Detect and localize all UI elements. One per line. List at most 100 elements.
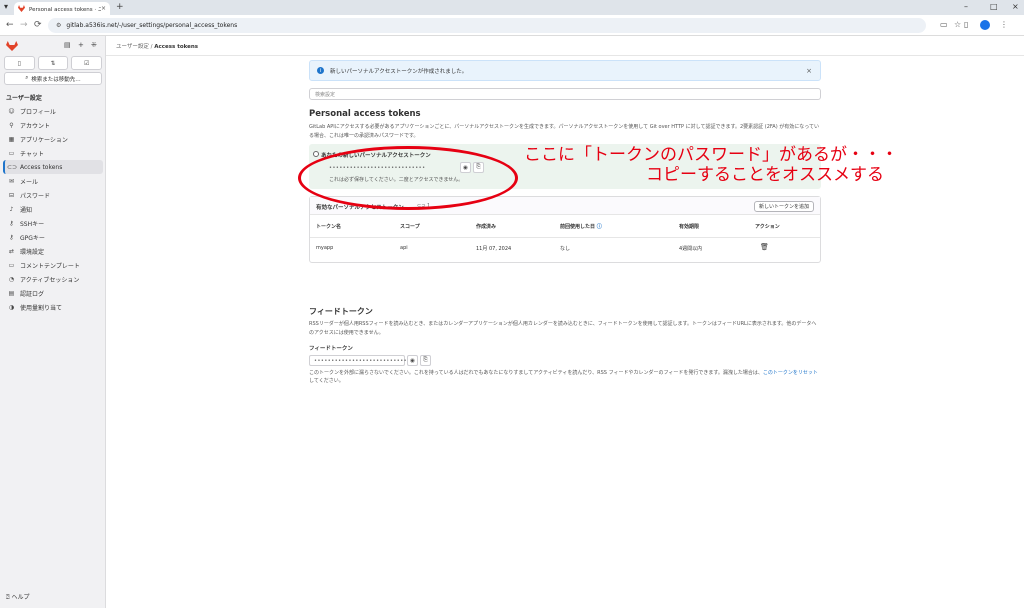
mail-icon: ✉	[8, 177, 15, 185]
sidebar-item-gpg-keys[interactable]: ⚷ GPGキー	[3, 230, 103, 244]
session-icon: ◔	[8, 275, 15, 283]
copy-feed-token-button[interactable]: ⎘	[420, 355, 431, 366]
search-button[interactable]: ⌕ 検索または移動先…	[4, 72, 102, 85]
sidebar-item-password[interactable]: ⊟ パスワード	[3, 188, 103, 202]
sidebar-item-label: パスワード	[20, 192, 51, 200]
sidebar-item-chat[interactable]: ▭ チャット	[3, 146, 103, 160]
token-expires-cell: 4週間以内	[679, 246, 703, 252]
tab-list-icon[interactable]: ▾	[4, 2, 8, 11]
log-icon: ▤	[8, 289, 15, 297]
sidebar-item-label: コメントテンプレート	[20, 262, 80, 270]
new-tab-icon[interactable]: +	[116, 2, 124, 12]
search-settings-input[interactable]: 検索設定	[309, 88, 821, 100]
annotation-highlight-oval	[298, 146, 518, 210]
tab-title: Personal access tokens · ユーザー設定	[29, 6, 101, 13]
gitlab-favicon-icon	[18, 5, 25, 12]
menu-icon[interactable]: ⋮	[1000, 20, 1008, 29]
dismiss-alert-icon[interactable]: ×	[806, 67, 812, 75]
sidebar-heading: ユーザー設定	[6, 95, 42, 102]
install-app-icon[interactable]: ▭	[940, 20, 948, 29]
info-icon: i	[317, 67, 324, 74]
address-bar: ← → ⟳ ⚙ gitlab.a536is.net/-/user_setting…	[0, 15, 1024, 36]
profile-icon: ☺	[8, 107, 15, 115]
maximize-icon[interactable]: □	[990, 2, 998, 11]
extensions-icon[interactable]: ▯	[964, 20, 968, 29]
sidebar-item-label: アクティブセッション	[20, 276, 80, 284]
column-header: トークン名	[316, 224, 342, 230]
sidebar-item-access-tokens[interactable]: ⊂⊃ Access tokens	[3, 160, 103, 174]
section-description: GitLab APIにアクセスする必要があるアプリケーションごとに、パーソナルア…	[309, 124, 820, 139]
add-token-button[interactable]: 新しいトークンを追加	[753, 201, 814, 212]
preferences-icon: ⇄	[8, 247, 15, 255]
applications-icon: ▦	[8, 135, 15, 143]
window-close-icon[interactable]: ×	[1012, 2, 1019, 11]
quota-icon: ◑	[8, 303, 15, 311]
create-new-icon[interactable]: +	[78, 41, 84, 49]
minimize-icon[interactable]: –	[964, 2, 968, 11]
breadcrumb-parent[interactable]: ユーザー設定	[116, 44, 149, 50]
sidebar-item-label: プロフィール	[20, 108, 56, 116]
sidebar-item-label: 環境設定	[20, 248, 45, 256]
feed-note-prefix: このトークンを外部に漏らさないでください。これを持っている人はだれでもあなたにな…	[309, 370, 763, 376]
alert-message: 新しいパーソナルアクセストークンが作成されました。	[330, 68, 468, 75]
account-icon: ⚲	[9, 121, 14, 129]
sidebar-item-usage-quotas[interactable]: ◑ 使用量割り当て	[3, 300, 103, 314]
token-last-used-cell: なし	[560, 246, 571, 252]
sidebar-nav: ☺ プロフィール ⚲ アカウント ▦ アプリケーション ▭ チャット ⊂⊃ Access …	[3, 104, 103, 314]
gitlab-logo-icon[interactable]	[6, 41, 18, 51]
reveal-feed-token-button[interactable]: ◉	[407, 355, 418, 366]
bookmark-star-icon[interactable]: ☆	[954, 20, 961, 29]
comment-icon: ▭	[8, 261, 15, 269]
revoke-token-icon[interactable]: 🗑	[760, 243, 769, 251]
sidebar-item-label: メール	[20, 178, 39, 186]
column-header: スコープ	[400, 224, 420, 230]
token-name-cell: myapp	[316, 245, 334, 251]
gitlab-app: ▤ + ⁜ ▯ ⇅ ☑ ⌕ 検索または移動先… ユーザー設定 ☺ プロフィール ⚲…	[0, 36, 1024, 608]
user-avatar-icon[interactable]: ⁜	[91, 41, 97, 49]
feed-token-note: このトークンを外部に漏らさないでください。これを持っている人はだれでもあなたにな…	[309, 369, 821, 385]
sidebar-item-label: Access tokens	[20, 163, 63, 171]
sidebar-item-profile[interactable]: ☺ プロフィール	[3, 104, 103, 118]
sidebar-item-label: SSHキー	[20, 220, 45, 228]
browser-tabbar: ▾ Personal access tokens · ユーザー設定 × + – …	[0, 0, 1024, 15]
close-tab-icon[interactable]: ×	[101, 5, 106, 12]
sidebar-item-account[interactable]: ⚲ アカウント	[3, 118, 103, 132]
sidebar-item-applications[interactable]: ▦ アプリケーション	[3, 132, 103, 146]
todo-icon[interactable]: ☑	[71, 56, 103, 70]
browser-tab[interactable]: Personal access tokens · ユーザー設定 ×	[14, 2, 110, 15]
help-circle-icon[interactable]: ⓘ	[597, 224, 602, 230]
sidebar-item-ssh-keys[interactable]: ⚷ SSHキー	[3, 216, 103, 230]
forward-icon[interactable]: →	[20, 20, 28, 30]
site-info-icon[interactable]: ⚙	[56, 22, 61, 29]
feed-token-value[interactable]: ••••••••••••••••••••••••••••	[309, 355, 410, 366]
sidebar-item-auth-log[interactable]: ▤ 認証ログ	[3, 286, 103, 300]
copy-icon: ⎘	[423, 357, 428, 363]
sidebar-item-comment-templates[interactable]: ▭ コメントテンプレート	[3, 258, 103, 272]
column-header-last-used: 前回使用した日 ⓘ	[560, 223, 602, 230]
search-button-label: 検索または移動先…	[31, 76, 81, 83]
success-alert: i 新しいパーソナルアクセストークンが作成されました。 ×	[309, 60, 821, 81]
sidebar-item-email[interactable]: ✉ メール	[3, 174, 103, 188]
annotation-text-line2: コピーすることをオススメする	[646, 165, 884, 185]
url-field[interactable]: ⚙ gitlab.a536is.net/-/user_settings/pers…	[48, 18, 926, 33]
token-scope-cell: api	[400, 245, 408, 251]
sidebar-item-label: アプリケーション	[20, 136, 68, 144]
help-link[interactable]: ⍰ ヘルプ	[6, 592, 30, 602]
breadcrumb: ユーザー設定 / Access tokens	[116, 42, 198, 50]
feed-token-title: フィードトークン	[309, 307, 373, 316]
breadcrumb-separator: /	[150, 44, 153, 50]
breadcrumb-current[interactable]: Access tokens	[154, 44, 198, 50]
eye-icon: ◉	[410, 357, 415, 364]
back-icon[interactable]: ←	[6, 20, 14, 30]
profile-avatar-icon[interactable]	[980, 20, 990, 30]
sidebar-item-notifications[interactable]: ♪ 通知	[3, 202, 103, 216]
sidebar-counters: ▯ ⇅ ☑	[4, 56, 103, 70]
collapse-sidebar-icon[interactable]: ▤	[64, 41, 71, 49]
sidebar-item-active-sessions[interactable]: ◔ アクティブセッション	[3, 272, 103, 286]
reload-icon[interactable]: ⟳	[34, 20, 42, 30]
issues-icon[interactable]: ▯	[4, 56, 35, 70]
reset-feed-token-link[interactable]: このトークンをリセット	[763, 370, 818, 376]
sidebar-item-label: 認証ログ	[20, 290, 45, 298]
sidebar-item-preferences[interactable]: ⇄ 環境設定	[3, 244, 103, 258]
merge-requests-icon[interactable]: ⇅	[37, 56, 69, 70]
